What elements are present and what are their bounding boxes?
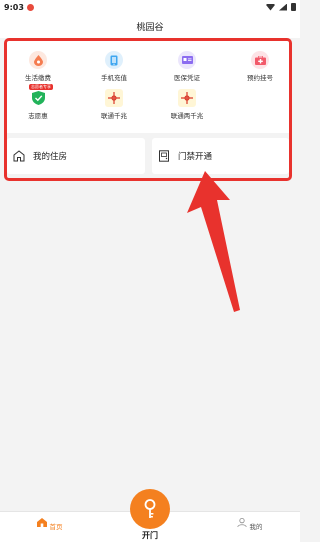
tab-home[interactable]: 首页 xyxy=(30,518,70,531)
tab-mine[interactable]: 我的 xyxy=(230,517,270,531)
tab-home-label: 首页 xyxy=(49,523,63,531)
open-door-label: 开门 xyxy=(142,531,158,540)
open-door-button[interactable] xyxy=(130,489,170,529)
annotation-arrow-icon xyxy=(187,171,240,312)
user-icon xyxy=(237,517,248,528)
home-icon xyxy=(37,518,48,527)
tab-mine-label: 我的 xyxy=(249,523,263,531)
key-icon xyxy=(144,499,156,518)
